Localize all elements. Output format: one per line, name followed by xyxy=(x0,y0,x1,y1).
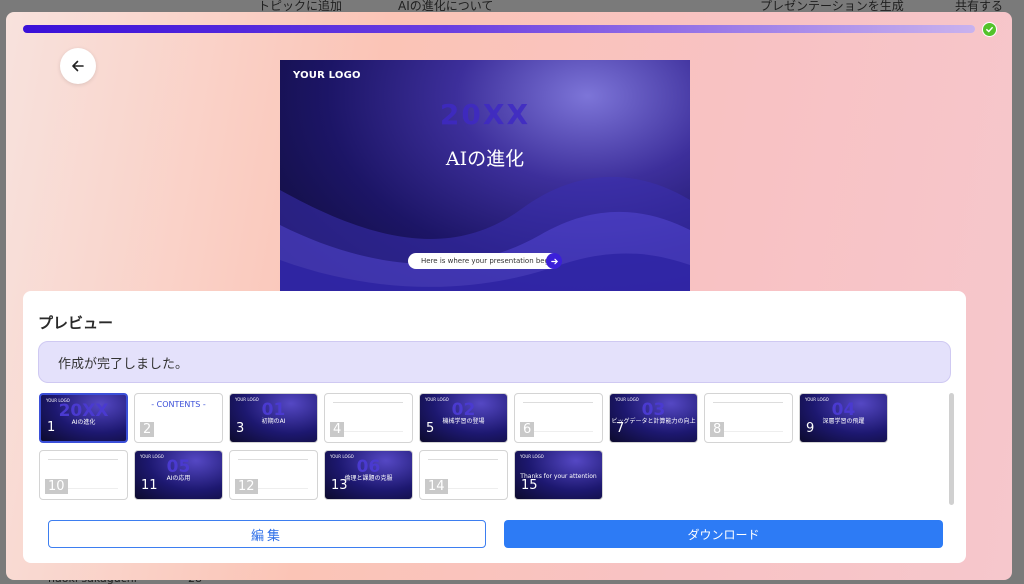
thumbnail-number: 6 xyxy=(520,422,535,437)
slide-thumbnail[interactable]: YOUR LOGO 02 機械学習の登場 5 xyxy=(419,393,508,443)
slide-thumbnail[interactable]: YOUR LOGO 05 AIの応用 11 xyxy=(134,450,223,500)
status-text: 作成が完了しました。 xyxy=(58,356,189,372)
slide-thumbnail[interactable]: YOUR LOGO 01 初期のAI 3 xyxy=(229,393,318,443)
slide-thumbnail[interactable]: 8 xyxy=(704,393,793,443)
slide-thumbnail[interactable]: YOUR LOGO Thanks for your attention 15 xyxy=(514,450,603,500)
slide-thumbnail[interactable]: 4 xyxy=(324,393,413,443)
slide-thumbnail[interactable]: - CONTENTS - 2 xyxy=(134,393,223,443)
slide-logo: YOUR LOGO xyxy=(293,70,361,81)
presentation-modal: YOUR LOGO 20XX AIの進化 Here is where your … xyxy=(6,12,1012,580)
slide-thumbnail[interactable]: 10 xyxy=(39,450,128,500)
thumbnail-scrollbar[interactable] xyxy=(949,393,954,505)
status-message: 作成が完了しました。 xyxy=(38,341,951,383)
thumbnail-number: 14 xyxy=(425,479,448,494)
thumbnail-number: 4 xyxy=(330,422,345,437)
progress-bar xyxy=(23,25,975,33)
slide-thumbnail[interactable]: 6 xyxy=(514,393,603,443)
slide-preview: YOUR LOGO 20XX AIの進化 Here is where your … xyxy=(280,60,690,300)
preview-title: プレビュー xyxy=(38,314,114,332)
slide-thumbnail[interactable]: 14 xyxy=(419,450,508,500)
slide-pill-text: Here is where your presentation begins xyxy=(421,257,560,265)
thumbnail-number: 11 xyxy=(141,478,158,493)
thumbnail-number: 12 xyxy=(235,479,258,494)
arrow-right-icon xyxy=(546,253,562,269)
slide-title: AIの進化 xyxy=(445,148,525,170)
thumbnail-number: 2 xyxy=(140,422,155,437)
arrow-left-icon xyxy=(72,60,84,72)
download-button[interactable]: ダウンロード xyxy=(504,520,943,548)
thumbnail-caption: - CONTENTS - xyxy=(151,400,206,409)
slide-intro-pill: Here is where your presentation begins xyxy=(408,253,562,269)
slide-thumbnail[interactable]: YOUR LOGO 04 深層学習の飛躍 9 xyxy=(799,393,888,443)
back-button[interactable] xyxy=(60,48,96,84)
edit-button[interactable]: 編集 xyxy=(48,520,486,548)
thumbnail-number: 15 xyxy=(521,478,538,493)
slide-thumbnail[interactable]: YOUR LOGO 06 倫理と課題の克服 13 xyxy=(324,450,413,500)
thumbnail-logo: YOUR LOGO xyxy=(520,454,544,459)
slide-thumbnail[interactable]: 12 xyxy=(229,450,318,500)
check-circle-icon xyxy=(982,22,997,37)
thumbnail-number: 9 xyxy=(806,421,815,436)
slide-thumbnail[interactable]: YOUR LOGO 20XX AIの進化 1 xyxy=(39,393,128,443)
preview-panel: プレビュー 作成が完了しました。 YOUR LOGO 20XX AIの進化 1- CO… xyxy=(23,291,966,563)
thumbnail-number: 13 xyxy=(331,478,348,493)
thumbnail-number: 5 xyxy=(426,421,435,436)
thumbnail-number: 7 xyxy=(616,421,625,436)
thumbnail-number: 8 xyxy=(710,422,725,437)
thumbnail-number: 1 xyxy=(47,420,56,435)
slide-thumbnail[interactable]: YOUR LOGO 03 ビッグデータと計算能力の向上 7 xyxy=(609,393,698,443)
progress-fill xyxy=(23,25,975,33)
thumbnail-number: 10 xyxy=(45,479,68,494)
thumbnail-number: 3 xyxy=(236,421,245,436)
thumbnail-grid: YOUR LOGO 20XX AIの進化 1 - CONTENTS - 2 YOUR LOG… xyxy=(39,393,939,503)
slide-year: 20XX xyxy=(439,98,531,131)
